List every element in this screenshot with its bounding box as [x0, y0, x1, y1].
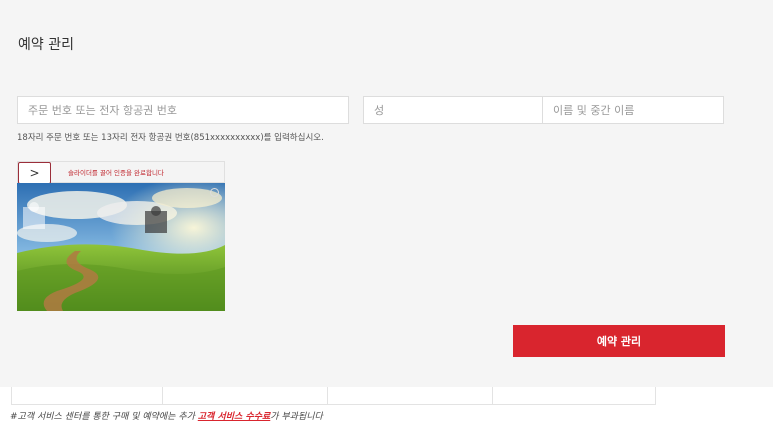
- captcha-instruction: 슬라이더를 끌어 인증을 완료합니다: [68, 169, 164, 177]
- captcha-slider-handle[interactable]: >: [18, 162, 51, 184]
- service-fee-link[interactable]: 고객 서비스 수수료: [198, 412, 271, 422]
- table-row: [11, 387, 656, 405]
- last-name-placeholder: 성: [374, 104, 385, 117]
- order-number-input[interactable]: 주문 번호 또는 전자 항공권 번호: [17, 96, 349, 124]
- landscape-image: [17, 183, 225, 311]
- first-name-input[interactable]: 이름 및 중간 이름: [542, 96, 724, 124]
- refresh-icon[interactable]: [210, 188, 219, 197]
- manage-booking-panel: 예약 관리 주문 번호 또는 전자 항공권 번호 성 이름 및 중간 이름 18…: [0, 0, 773, 387]
- page-title: 예약 관리: [18, 37, 74, 53]
- first-name-placeholder: 이름 및 중간 이름: [553, 104, 635, 117]
- order-number-hint: 18자리 주문 번호 또는 13자리 전자 항공권 번호(851xxxxxxxx…: [17, 133, 324, 143]
- service-fee-footnote: #고객 서비스 센터를 통한 구매 및 예약에는 추가 고객 서비스 수수료가 …: [10, 409, 323, 422]
- slider-captcha: > 슬라이더를 끌어 인증을 완료합니다: [17, 161, 225, 311]
- footnote-prefix: #고객 서비스 센터를 통한 구매 및 예약에는 추가: [10, 412, 198, 422]
- chevron-right-icon: >: [29, 166, 40, 180]
- order-number-placeholder: 주문 번호 또는 전자 항공권 번호: [28, 104, 178, 117]
- last-name-input[interactable]: 성: [363, 96, 543, 124]
- footnote-suffix: 가 부과됩니다: [270, 412, 323, 422]
- manage-booking-button[interactable]: 예약 관리: [513, 325, 725, 357]
- captcha-puzzle-image: [17, 183, 225, 311]
- captcha-slider-track[interactable]: > 슬라이더를 끌어 인증을 완료합니다: [17, 161, 225, 184]
